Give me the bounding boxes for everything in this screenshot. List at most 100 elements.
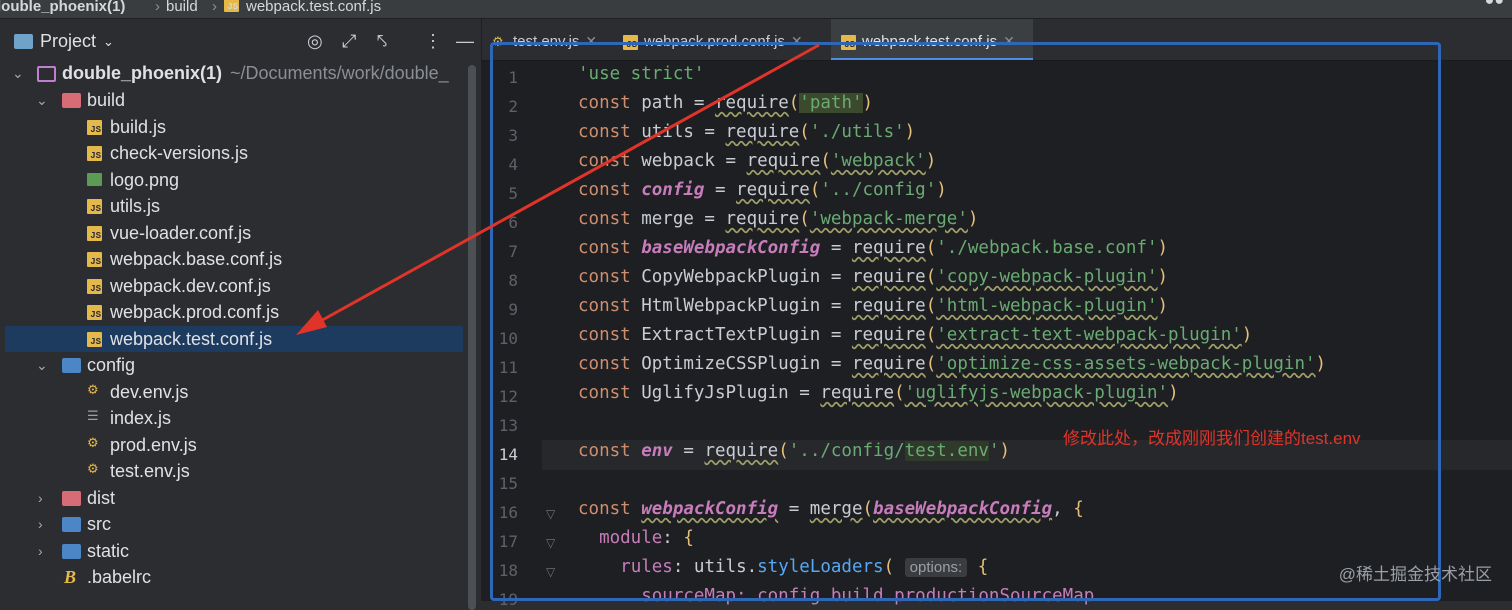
close-icon[interactable]: ✕ (791, 33, 803, 49)
chevron-right-icon[interactable]: › (38, 538, 52, 564)
line-number: 19 (498, 590, 518, 609)
scrollbar[interactable] (468, 65, 476, 610)
code-identifier: env (641, 441, 673, 461)
tree-item-file[interactable]: JS webpack.dev.conf.js (0, 273, 463, 299)
tab-webpack-test-conf[interactable]: JS webpack.test.conf.js ✕ (831, 19, 1033, 60)
folder-icon (62, 93, 81, 108)
tree-item-file[interactable]: logo.png (0, 167, 463, 193)
tree-item-label: logo.png (110, 170, 180, 190)
code-string-highlight: test.env (904, 441, 989, 461)
breadcrumb-file[interactable]: webpack.test.conf.js (246, 0, 381, 14)
chevron-down-icon[interactable]: ⌄ (36, 87, 50, 113)
tree-item-file[interactable]: ⚙ prod.env.js (0, 432, 463, 458)
line-number: 11 (498, 358, 518, 377)
tree-item-file[interactable]: ⚙ test.env.js (0, 458, 463, 484)
code-paren: ( (925, 296, 937, 316)
tree-item-label: vue-loader.conf.js (110, 223, 252, 243)
code-editor[interactable]: 'use strict' const path = require('path'… (542, 61, 1512, 606)
chevron-down-icon: ⌄ (103, 33, 114, 49)
code-function: require (714, 93, 789, 113)
chevron-down-icon[interactable]: ⌄ (36, 352, 50, 378)
tree-item-file-selected[interactable]: JS webpack.test.conf.js (5, 326, 463, 352)
tab-test-env[interactable]: ⚙ test.env.js ✕ (482, 19, 610, 60)
tree-item-file[interactable]: JS utils.js (0, 193, 463, 219)
tab-webpack-prod-conf[interactable]: JS webpack.prod.conf.js ✕ (613, 19, 821, 60)
tree-item-file[interactable]: JS build.js (0, 114, 463, 140)
babel-file-icon: B (64, 567, 77, 587)
code-keyword: const (578, 267, 642, 287)
config-folder-icon (62, 358, 81, 373)
tree-item-file[interactable]: B .babelrc (0, 564, 463, 590)
tree-item-root[interactable]: ⌄ double_phoenix(1) ~/Documents/work/doub… (0, 60, 463, 86)
breadcrumb-folder[interactable]: build (166, 0, 198, 14)
code-function: require (725, 122, 800, 142)
fold-marker-icon[interactable]: ▽ (546, 565, 555, 579)
js-file-icon: JS (841, 34, 856, 50)
tree-item-label: src (87, 514, 111, 534)
locate-file-icon[interactable]: ◎ (307, 31, 323, 52)
line-number: 4 (508, 155, 518, 174)
code-paren: ) (925, 151, 937, 171)
tree-item-file[interactable]: ☰ index.js (0, 405, 463, 431)
collapse-all-icon[interactable]: ⤣ (377, 31, 387, 52)
code-identifier: CopyWebpackPlugin = (641, 267, 852, 287)
tree-item-label: config (87, 355, 136, 375)
js-file-icon: JS (87, 120, 102, 135)
code-paren: ( (894, 383, 905, 403)
code-keyword: const (578, 180, 642, 200)
code-paren: ( (925, 354, 937, 374)
fold-marker-icon[interactable]: ▽ (546, 507, 555, 521)
tree-item-file[interactable]: JS webpack.prod.conf.js (0, 299, 463, 325)
tree-item-folder[interactable]: › src (0, 511, 463, 537)
tree-item-path: ~/Documents/work/double_ (230, 63, 449, 83)
code-paren: ( (788, 93, 800, 113)
tree-item-file[interactable]: JS vue-loader.conf.js (0, 220, 463, 246)
project-icon (14, 34, 33, 49)
project-view-selector[interactable]: Project ⌄ (14, 31, 114, 52)
tree-item-folder[interactable]: ⌄ config (0, 352, 463, 378)
tree-item-file[interactable]: JS check-versions.js (0, 140, 463, 166)
chevron-right-icon[interactable]: › (38, 511, 52, 537)
code-string: 'path' (799, 93, 863, 113)
code-keyword: const (578, 151, 642, 171)
chevron-right-icon[interactable]: › (38, 485, 52, 511)
tree-item-folder[interactable]: ⌄ build (0, 87, 463, 113)
tree-item-file[interactable]: ⚙ dev.env.js (0, 379, 463, 405)
line-number: 15 (498, 474, 518, 493)
tree-item-folder[interactable]: › static (0, 538, 463, 564)
expand-all-icon[interactable]: ⤢ (342, 31, 356, 52)
tree-item-folder[interactable]: › dist (0, 485, 463, 511)
chevron-down-icon[interactable]: ⌄ (12, 60, 26, 86)
line-number: 16 (498, 503, 518, 522)
list-file-icon: ☰ (87, 409, 99, 424)
code-string: 'copy-webpack-plugin' (936, 267, 1158, 287)
tree-item-label: static (87, 541, 130, 561)
code-line: rules: utils.styleLoaders( options: { (620, 557, 989, 577)
close-icon[interactable]: ✕ (1003, 33, 1015, 49)
code-property: module (599, 528, 663, 548)
code-paren: ( (925, 325, 937, 345)
hide-panel-icon[interactable]: — (456, 31, 474, 52)
code-identifier: HtmlWebpackPlugin = (641, 296, 852, 316)
options-menu-icon[interactable]: ⋮ (424, 31, 442, 52)
fold-marker-icon[interactable]: ▽ (546, 536, 555, 550)
code-keyword: const (578, 238, 642, 258)
project-panel: Project ⌄ ◎ ⤢ ⤣ ⋮ — ⌄ double_phoenix(1) ~… (0, 19, 482, 610)
js-file-icon: JS (87, 146, 102, 161)
js-file-icon: JS (87, 332, 102, 347)
code-line: const HtmlWebpackPlugin = require('html-… (578, 296, 1168, 316)
close-icon[interactable]: ✕ (585, 33, 597, 49)
breadcrumb-project[interactable]: double_phoenix(1) (0, 0, 125, 14)
tree-item-label: check-versions.js (110, 143, 249, 163)
tree-item-label: index.js (110, 408, 172, 428)
code-string: ' (988, 441, 1000, 461)
image-file-icon (87, 173, 102, 186)
panel-title: Project (40, 31, 97, 51)
code-paren: ( (799, 209, 810, 229)
code-paren: ) (1157, 238, 1169, 258)
tree-item-label: build.js (110, 117, 167, 137)
code-identifier: baseWebpackConfig (873, 499, 1053, 519)
user-icon[interactable]: ●● (1485, 0, 1504, 9)
code-line: const baseWebpackConfig = require('./web… (578, 238, 1169, 258)
tree-item-file[interactable]: JS webpack.base.conf.js (0, 246, 463, 272)
